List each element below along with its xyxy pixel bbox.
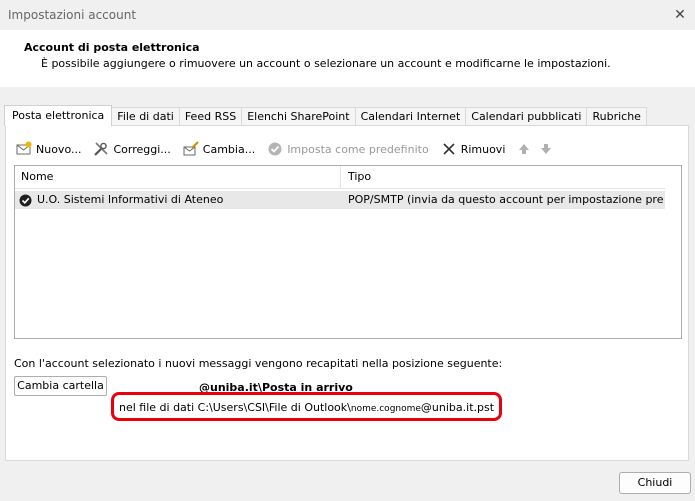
data-file-user: nome.cognome bbox=[350, 404, 421, 414]
set-default-button[interactable]: Imposta come predefinito bbox=[267, 139, 429, 159]
tab-elenchi-sharepoint[interactable]: Elenchi SharePoint bbox=[241, 107, 356, 126]
remove-account-button[interactable]: Rimuovi bbox=[441, 139, 506, 159]
data-file-prefix: nel file di dati C:\Users\CSI\File di Ou… bbox=[119, 401, 351, 414]
column-header-name[interactable]: Nome bbox=[15, 166, 341, 188]
change-account-button[interactable]: Cambia... bbox=[183, 139, 255, 159]
delivery-description: Con l'account selezionato i nuovi messag… bbox=[14, 357, 503, 370]
tab-file-di-dati[interactable]: File di dati bbox=[111, 107, 180, 126]
new-account-button[interactable]: Nuovo... bbox=[16, 139, 81, 159]
accounts-list[interactable]: Nome Tipo U.O. Sistemi Informativi di At… bbox=[14, 165, 682, 339]
data-file-suffix: @uniba.it.pst bbox=[420, 401, 495, 414]
tab-calendari-pubblicati[interactable]: Calendari pubblicati bbox=[465, 107, 588, 126]
table-row[interactable]: U.O. Sistemi Informativi di Ateneo POP/S… bbox=[15, 191, 665, 209]
column-header-type[interactable]: Tipo bbox=[342, 166, 665, 188]
email-tab-panel: Nuovo... Correggi... Cambia... Imposta c… bbox=[5, 125, 689, 461]
remove-x-icon bbox=[441, 141, 457, 157]
header-title: Account di posta elettronica bbox=[24, 41, 200, 54]
account-type: POP/SMTP (invia da questo account per im… bbox=[348, 193, 664, 206]
header-panel: Account di posta elettronica È possibile… bbox=[0, 30, 695, 87]
account-name: U.O. Sistemi Informativi di Ateneo bbox=[37, 193, 224, 206]
check-circle-icon bbox=[267, 141, 283, 157]
repair-account-button[interactable]: Correggi... bbox=[93, 139, 171, 159]
tools-icon bbox=[93, 141, 109, 157]
default-account-icon bbox=[19, 194, 32, 206]
close-button[interactable]: Chiudi bbox=[619, 472, 691, 494]
tab-rubriche[interactable]: Rubriche bbox=[586, 107, 647, 126]
remove-account-label: Rimuovi bbox=[460, 142, 506, 156]
new-account-label: Nuovo... bbox=[36, 142, 82, 156]
move-up-icon[interactable] bbox=[517, 141, 531, 157]
title-bar: Impostazioni account ✕ bbox=[0, 0, 695, 30]
close-icon[interactable]: ✕ bbox=[669, 4, 691, 26]
edit-account-icon bbox=[183, 141, 199, 157]
account-name-cell: U.O. Sistemi Informativi di Ateneo bbox=[19, 191, 341, 209]
window-title: Impostazioni account bbox=[8, 8, 137, 22]
tab-strip: Posta elettronica File di dati Feed RSS … bbox=[4, 105, 647, 126]
move-down-icon[interactable] bbox=[539, 141, 553, 157]
list-header: Nome Tipo bbox=[15, 166, 665, 189]
repair-account-label: Correggi... bbox=[113, 142, 171, 156]
set-default-label: Imposta come predefinito bbox=[287, 142, 429, 156]
tab-posta-elettronica[interactable]: Posta elettronica bbox=[4, 105, 113, 126]
new-mail-icon bbox=[16, 141, 32, 157]
change-folder-button[interactable]: Cambia cartella bbox=[14, 376, 107, 396]
tab-feed-rss[interactable]: Feed RSS bbox=[178, 107, 243, 126]
delivery-folder: @uniba.it\Posta in arrivo bbox=[199, 381, 353, 394]
header-subtitle: È possibile aggiungere o rimuovere un ac… bbox=[41, 57, 611, 70]
change-account-label: Cambia... bbox=[202, 142, 256, 156]
toolbar: Nuovo... Correggi... Cambia... Imposta c… bbox=[16, 139, 561, 159]
delivery-data-file: nel file di dati C:\Users\CSI\File di Ou… bbox=[119, 401, 494, 414]
tab-calendari-internet[interactable]: Calendari Internet bbox=[354, 107, 467, 126]
